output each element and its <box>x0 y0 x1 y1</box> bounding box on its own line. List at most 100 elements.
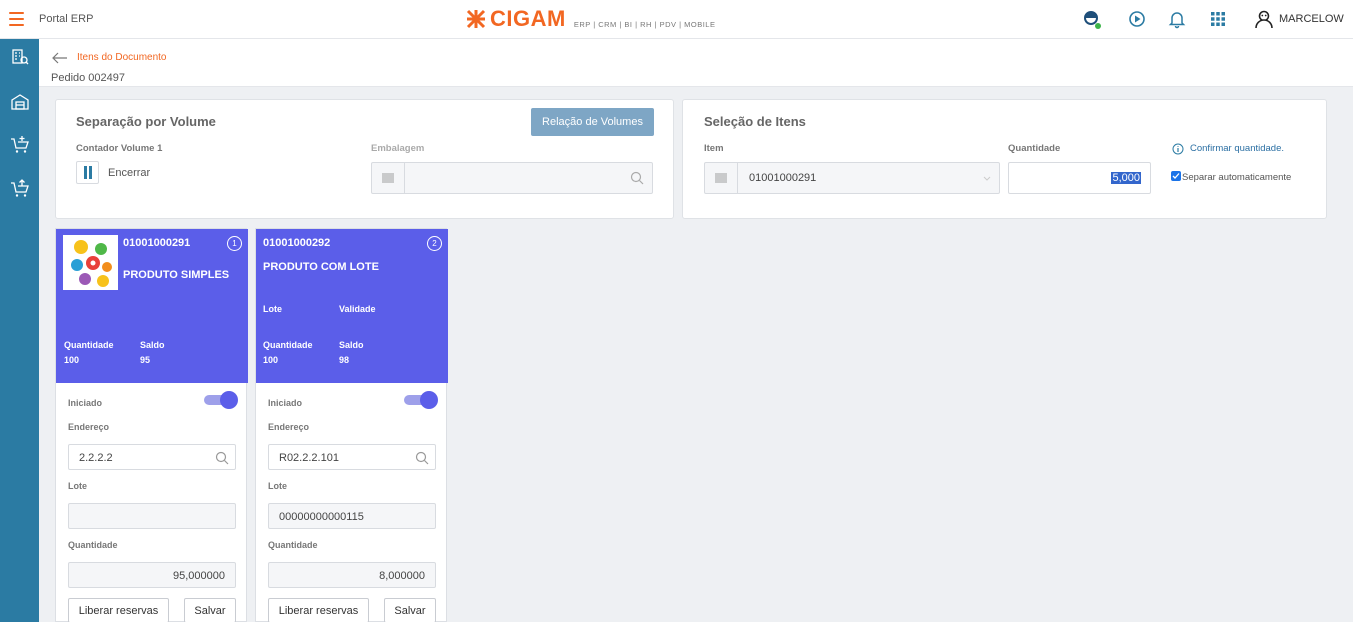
release-reservations-button[interactable]: Liberar reservas <box>268 598 369 622</box>
address-label: Endereço <box>68 422 110 432</box>
lot-input[interactable] <box>68 503 236 529</box>
document-grid-icon <box>12 49 29 65</box>
qty-input[interactable]: 8,000000 <box>268 562 436 588</box>
quantity-label: Quantidade <box>1008 143 1061 154</box>
qty-label: Quantidade <box>268 540 318 550</box>
address-input[interactable]: R02.2.2.101 <box>268 444 436 470</box>
top-bar: Portal ERP CIGAM ERP | CRM | BI | RH | P… <box>0 0 1353 39</box>
volume-counter-label: Contador Volume 1 <box>76 143 163 154</box>
sidebar-item-warehouse[interactable] <box>10 92 30 112</box>
confirm-quantity-link[interactable]: Confirmar quantidade. <box>1190 143 1284 154</box>
save-button[interactable]: Salvar <box>384 598 436 622</box>
search-icon[interactable] <box>415 451 429 465</box>
support-agent-icon[interactable] <box>1081 9 1101 29</box>
card-quantity-value: 100 <box>263 355 279 365</box>
pause-button[interactable] <box>76 161 99 184</box>
logo-text: CIGAM <box>490 6 566 31</box>
quantity-value: 5,000 <box>1111 172 1141 184</box>
finish-label[interactable]: Encerrar <box>108 167 150 179</box>
qty-value: 8,000000 <box>379 570 425 582</box>
started-label: Iniciado <box>268 398 303 408</box>
cart-add-icon <box>11 136 29 153</box>
back-arrow-icon[interactable] <box>52 51 68 64</box>
auto-separate-label[interactable]: Separar automaticamente <box>1182 172 1291 183</box>
pause-icon <box>83 166 92 179</box>
user-name[interactable]: MARCELOW <box>1279 13 1344 25</box>
page-title: Pedido 002497 <box>51 72 126 84</box>
lot-label: Lote <box>68 481 87 491</box>
barcode-icon <box>705 163 738 193</box>
volume-relation-button[interactable]: Relação de Volumes <box>531 108 654 136</box>
quantity-input[interactable]: 5,000 <box>1008 162 1151 194</box>
item-input[interactable]: 01001000291 <box>704 162 1000 194</box>
menu-icon[interactable] <box>9 12 24 26</box>
avatar[interactable] <box>1254 9 1274 29</box>
sidebar-item-documents[interactable] <box>10 47 30 67</box>
items-panel-title: Seleção de Itens <box>704 114 806 129</box>
volume-separation-panel: Separação por Volume Relação de Volumes … <box>55 99 674 219</box>
search-icon[interactable] <box>630 171 644 185</box>
address-value: 2.2.2.2 <box>79 452 113 464</box>
card-balance-value: 98 <box>339 355 350 365</box>
product-card-2: 01001000292 2 PRODUTO COM LOTE Lote Vali… <box>255 228 448 622</box>
card-balance-label: Saldo <box>140 340 165 350</box>
product-image <box>63 235 118 290</box>
sidebar-item-cart-upload[interactable] <box>10 179 30 199</box>
card-product-name: PRODUTO COM LOTE <box>263 261 379 273</box>
card-quantity-label: Quantidade <box>263 340 313 350</box>
package-input[interactable] <box>371 162 653 194</box>
warehouse-icon <box>11 94 29 110</box>
qty-input[interactable]: 95,000000 <box>68 562 236 588</box>
page-header: Itens do Documento Pedido 002497 <box>39 39 1353 87</box>
card-header: 01001000291 1 PRODUTO SIMPLES Quantidade… <box>56 229 248 383</box>
card-balance-label: Saldo <box>339 340 364 350</box>
cart-upload-icon <box>11 179 29 197</box>
check-icon <box>1172 173 1180 179</box>
lot-value: 00000000000115 <box>279 511 364 523</box>
card-quantity-value: 100 <box>64 355 80 365</box>
sidebar-item-cart-add[interactable] <box>10 135 30 155</box>
logo-mark-icon <box>466 9 486 29</box>
started-toggle[interactable] <box>204 391 238 409</box>
sidebar <box>0 39 39 622</box>
volume-panel-title: Separação por Volume <box>76 114 216 129</box>
play-video-icon[interactable] <box>1127 9 1147 29</box>
chevron-down-icon[interactable] <box>983 176 991 182</box>
card-product-name: PRODUTO SIMPLES <box>123 269 230 281</box>
started-label: Iniciado <box>68 398 103 408</box>
item-selection-panel: Seleção de Itens Item 01001000291 Quanti… <box>682 99 1327 219</box>
breadcrumb[interactable]: Itens do Documento <box>77 52 167 63</box>
card-code: 01001000291 <box>123 237 191 249</box>
save-button[interactable]: Salvar <box>184 598 236 622</box>
item-label: Item <box>704 143 724 154</box>
release-reservations-button[interactable]: Liberar reservas <box>68 598 169 622</box>
item-value: 01001000291 <box>749 172 817 184</box>
product-card-1: 01001000291 1 PRODUTO SIMPLES Quantidade… <box>55 228 248 622</box>
card-header: 01001000292 2 PRODUTO COM LOTE Lote Vali… <box>256 229 448 383</box>
qty-value: 95,000000 <box>173 570 225 582</box>
bell-icon[interactable] <box>1167 9 1187 29</box>
search-icon[interactable] <box>215 451 229 465</box>
qty-label: Quantidade <box>68 540 118 550</box>
card-badge: 1 <box>227 236 242 251</box>
address-label: Endereço <box>268 422 310 432</box>
card-validity-label: Validade <box>339 304 376 314</box>
address-input[interactable]: 2.2.2.2 <box>68 444 236 470</box>
card-quantity-label: Quantidade <box>64 340 114 350</box>
card-code: 01001000292 <box>263 237 331 249</box>
info-icon <box>1172 143 1184 155</box>
lot-label: Lote <box>268 481 287 491</box>
card-lot-label: Lote <box>263 304 282 314</box>
card-badge: 2 <box>427 236 442 251</box>
lot-input[interactable]: 00000000000115 <box>268 503 436 529</box>
address-value: R02.2.2.101 <box>279 452 339 464</box>
logo-subtitle: ERP | CRM | BI | RH | PDV | MOBILE <box>573 19 716 29</box>
card-balance-value: 95 <box>140 355 151 365</box>
started-toggle[interactable] <box>404 391 438 409</box>
cigam-logo: CIGAM ERP | CRM | BI | RH | PDV | MOBILE <box>466 6 716 31</box>
apps-grid-icon[interactable] <box>1208 9 1228 29</box>
package-label: Embalagem <box>371 143 425 154</box>
auto-separate-checkbox[interactable] <box>1171 171 1181 181</box>
barcode-icon <box>372 163 405 193</box>
portal-title: Portal ERP <box>39 13 94 25</box>
